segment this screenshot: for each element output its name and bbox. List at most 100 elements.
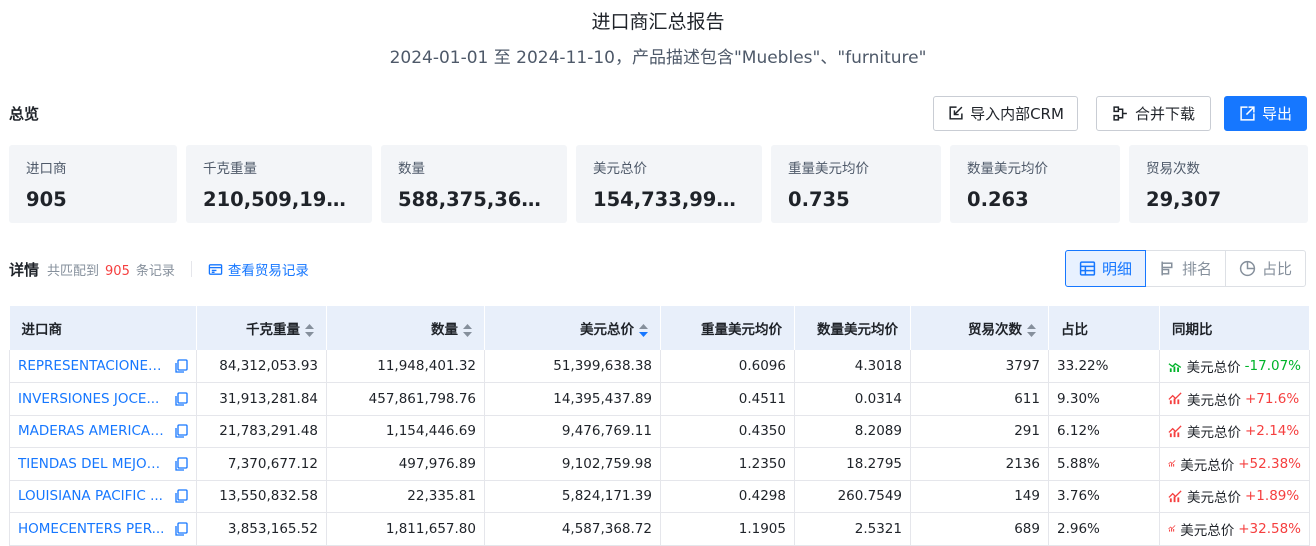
importer-link[interactable]: MADERAS AMERICA ... (18, 423, 166, 439)
merge-download-button[interactable]: 合并下载 (1096, 96, 1211, 131)
weight-avg-cell: 1.2350 (660, 447, 795, 481)
export-button[interactable]: 导出 (1224, 96, 1307, 131)
yoy-cell: 美元总价 +71.6% (1159, 382, 1310, 416)
stat-label: 数量 (398, 161, 425, 177)
table-row: HOMECENTERS PER... 3,853,165.52 1,811,657.… (9, 512, 1310, 546)
importer-link[interactable]: REPRESENTACIONES... (18, 358, 166, 374)
table-icon (1079, 261, 1096, 276)
sort-icon[interactable] (1027, 323, 1036, 337)
weight-avg-cell: 0.6096 (660, 350, 795, 383)
table-row: MADERAS AMERICA ... 21,783,291.48 1,154,44… (9, 415, 1310, 448)
col-header-quantity[interactable]: 数量 (326, 306, 485, 350)
yoy-value: +71.6% (1245, 390, 1300, 407)
weight-cell: 31,913,281.84 (196, 382, 327, 416)
total-usd-cell: 4,587,368.72 (484, 512, 661, 546)
yoy-cell: 美元总价 +52.38% (1159, 447, 1310, 481)
col-header-weight-avg-label: 重量美元均价 (701, 322, 782, 338)
copy-icon[interactable] (174, 457, 188, 471)
importer-cell: REPRESENTACIONES... (9, 350, 197, 383)
stat-value: 905 (26, 188, 67, 211)
sort-icon[interactable] (305, 323, 314, 337)
importer-link[interactable]: HOMECENTERS PER... (18, 521, 166, 537)
importer-cell: HOMECENTERS PER... (9, 512, 197, 546)
share-cell: 33.22% (1048, 350, 1160, 383)
quantity-cell: 1,811,657.80 (326, 512, 485, 546)
qty-avg-cell: 4.3018 (794, 350, 911, 383)
copy-icon[interactable] (174, 392, 188, 406)
yoy-label: 美元总价 (1187, 425, 1241, 442)
export-icon (1240, 106, 1255, 121)
stat-card-total-usd: 美元总价 154,733,998... (576, 145, 762, 223)
record-count-number: 905 (105, 263, 130, 279)
importer-link[interactable]: INVERSIONES JOCE... (18, 391, 166, 407)
importer-link[interactable]: TIENDAS DEL MEJOR... (18, 456, 166, 472)
stat-value: 154,733,998... (593, 188, 745, 211)
view-detail-label: 明细 (1101, 260, 1132, 278)
yoy-cell: 美元总价 +1.89% (1159, 480, 1310, 513)
copy-icon[interactable] (174, 522, 188, 536)
total-usd-cell: 9,102,759.98 (484, 447, 661, 481)
weight-cell: 84,312,053.93 (196, 350, 327, 383)
import-crm-button[interactable]: 导入内部CRM (933, 96, 1078, 131)
copy-icon[interactable] (174, 424, 188, 438)
col-header-yoy-label: 同期比 (1172, 322, 1213, 338)
table-row: INVERSIONES JOCE... 31,913,281.84 457,861,… (9, 382, 1310, 416)
view-share-button[interactable]: 占比 (1225, 250, 1306, 287)
view-rank-button[interactable]: 排名 (1145, 250, 1226, 287)
yoy-value: +2.14% (1245, 423, 1300, 440)
stat-card-weight: 千克重量 210,509,198... (186, 145, 372, 223)
qty-avg-cell: 0.0314 (794, 382, 911, 416)
stat-label: 千克重量 (203, 161, 257, 177)
quantity-cell: 11,948,401.32 (326, 350, 485, 383)
col-header-quantity-label: 数量 (431, 322, 458, 338)
trend-up-icon (1168, 425, 1182, 437)
trade-records-label: 查看贸易记录 (227, 263, 309, 279)
copy-icon[interactable] (174, 359, 188, 373)
record-count: 共匹配到 905 条记录 (47, 260, 175, 279)
col-header-weight[interactable]: 千克重量 (196, 306, 327, 350)
importer-table: 进口商 千克重量 数量 美元总价 重量美元均价 数量美元均价 贸易次数 占比 同… (9, 306, 1310, 546)
share-cell: 9.30% (1048, 382, 1160, 416)
col-header-share-label: 占比 (1061, 322, 1088, 338)
stat-label: 重量美元均价 (788, 161, 869, 177)
weight-cell: 13,550,832.58 (196, 480, 327, 513)
quantity-cell: 457,861,798.76 (326, 382, 485, 416)
stat-value: 0.735 (788, 188, 850, 211)
weight-avg-cell: 0.4511 (660, 382, 795, 416)
trades-cell: 149 (910, 480, 1049, 513)
view-detail-button[interactable]: 明细 (1065, 250, 1146, 287)
details-bar: 详情 共匹配到 905 条记录 查看贸易记录 (9, 258, 309, 280)
yoy-cell: 美元总价 +2.14% (1159, 415, 1310, 448)
qty-avg-cell: 260.7549 (794, 480, 911, 513)
trades-cell: 291 (910, 415, 1049, 448)
export-label: 导出 (1261, 105, 1292, 123)
table-header-row: 进口商 千克重量 数量 美元总价 重量美元均价 数量美元均价 贸易次数 占比 同… (9, 306, 1310, 350)
table-row: TIENDAS DEL MEJOR... 7,370,677.12 497,976.… (9, 447, 1310, 481)
trade-records-icon (208, 263, 223, 275)
col-header-total-usd[interactable]: 美元总价 (484, 306, 661, 350)
importer-cell: MADERAS AMERICA ... (9, 415, 197, 448)
total-usd-cell: 9,476,769.11 (484, 415, 661, 448)
qty-avg-cell: 8.2089 (794, 415, 911, 448)
yoy-label: 美元总价 (1187, 392, 1241, 409)
yoy-label: 美元总价 (1187, 490, 1241, 507)
col-header-trades-label: 贸易次数 (968, 322, 1022, 338)
copy-icon[interactable] (174, 489, 188, 503)
total-usd-cell: 51,399,638.38 (484, 350, 661, 383)
col-header-qty-avg-label: 数量美元均价 (817, 322, 898, 338)
yoy-label: 美元总价 (1186, 360, 1241, 376)
col-header-trades[interactable]: 贸易次数 (910, 306, 1049, 350)
view-trade-records-link[interactable]: 查看贸易记录 (208, 259, 309, 279)
col-header-share: 占比 (1048, 306, 1160, 350)
sort-icon[interactable] (463, 323, 472, 337)
sort-desc-icon[interactable] (639, 323, 648, 337)
yoy-value: +1.89% (1245, 488, 1300, 505)
importer-link[interactable]: LOUISIANA PACIFIC ... (18, 488, 166, 504)
yoy-cell: 美元总价 -17.07% (1159, 350, 1310, 383)
import-crm-label: 导入内部CRM (970, 105, 1064, 123)
trend-up-icon (1168, 460, 1176, 467)
details-title: 详情 (9, 260, 40, 279)
trend-up-icon (1168, 525, 1176, 532)
report-title: 进口商汇总报告 (591, 11, 725, 33)
stat-label: 美元总价 (593, 161, 647, 177)
